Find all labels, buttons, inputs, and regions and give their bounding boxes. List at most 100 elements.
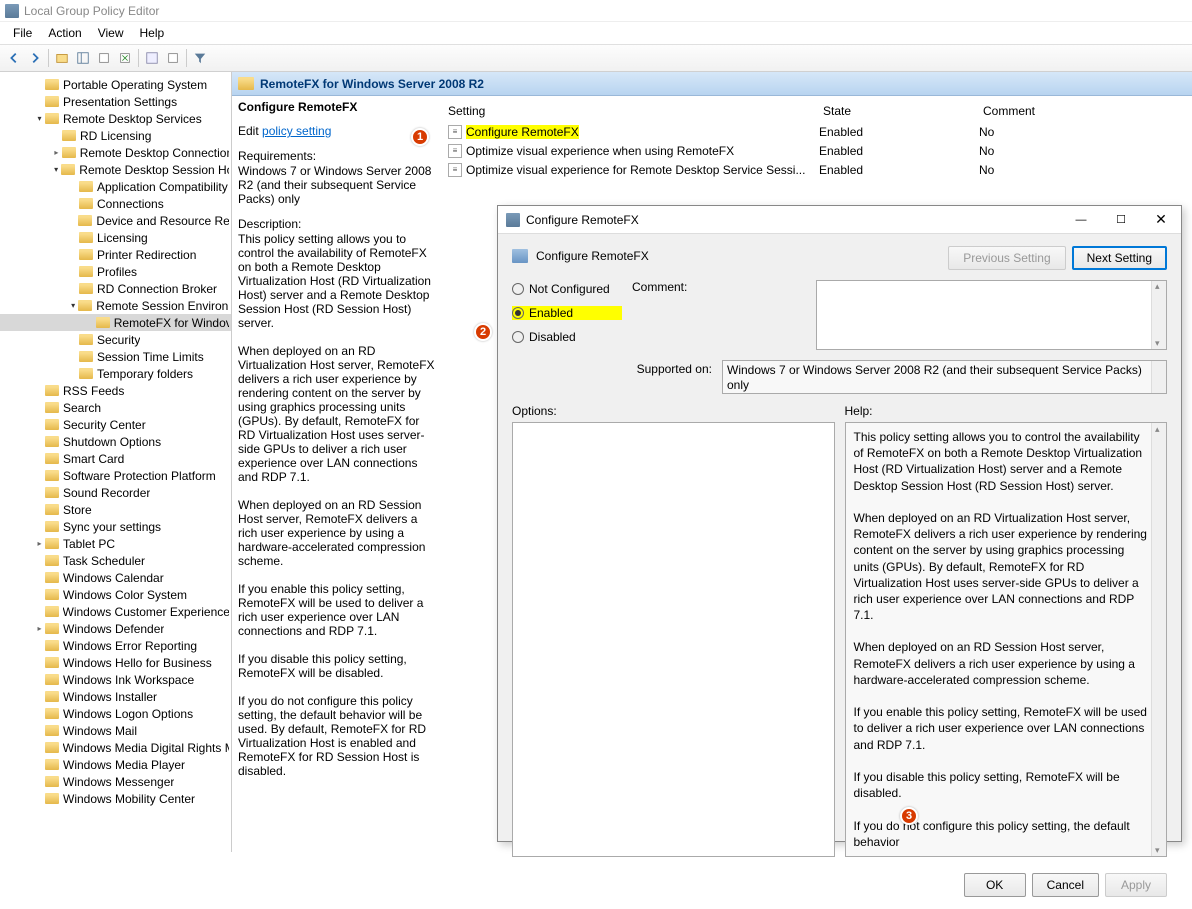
content-header: RemoteFX for Windows Server 2008 R2 <box>232 72 1192 96</box>
tree-item[interactable]: ▾Remote Session Environm <box>0 297 231 314</box>
next-setting-button[interactable]: Next Setting <box>1072 246 1167 270</box>
tree-item[interactable]: Windows Ink Workspace <box>0 671 231 688</box>
col-comment[interactable]: Comment <box>983 104 1103 118</box>
tree-item[interactable]: Windows Mail <box>0 722 231 739</box>
tree-item[interactable]: Device and Resource Red <box>0 212 231 229</box>
tree-item[interactable]: Windows Hello for Business <box>0 654 231 671</box>
folder-icon <box>45 470 59 481</box>
policy-item-icon: ≡ <box>448 125 462 139</box>
dialog-subtitle-text: Configure RemoteFX <box>536 249 649 263</box>
chevron-down-icon[interactable]: ▾ <box>34 114 45 123</box>
help-button[interactable] <box>142 48 162 68</box>
tree-item[interactable]: ▸Tablet PC <box>0 535 231 552</box>
close-button[interactable]: ✕ <box>1141 206 1181 234</box>
tree-item[interactable]: Windows Messenger <box>0 773 231 790</box>
setting-state: Enabled <box>819 144 979 158</box>
menu-help[interactable]: Help <box>132 24 173 42</box>
cancel-button[interactable]: Cancel <box>1032 873 1099 897</box>
tree-item[interactable]: ▸Remote Desktop Connection <box>0 144 231 161</box>
settings-row[interactable]: ≡Optimize visual experience for Remote D… <box>448 160 1192 179</box>
tree-item[interactable]: Connections <box>0 195 231 212</box>
settings-row[interactable]: ≡Configure RemoteFXEnabledNo <box>448 122 1192 141</box>
chevron-down-icon[interactable]: ▾ <box>68 301 78 310</box>
minimize-button[interactable]: — <box>1061 206 1101 234</box>
tree-item[interactable]: Store <box>0 501 231 518</box>
radio-not-configured[interactable]: Not Configured <box>512 282 622 296</box>
tree-item[interactable]: Windows Logon Options <box>0 705 231 722</box>
filter-button[interactable] <box>190 48 210 68</box>
tree-item[interactable]: Windows Media Player <box>0 756 231 773</box>
help-box[interactable]: This policy setting allows you to contro… <box>845 422 1168 857</box>
folder-icon <box>79 351 93 362</box>
tree-item[interactable]: Portable Operating System <box>0 76 231 93</box>
tree-item[interactable]: Sound Recorder <box>0 484 231 501</box>
tree-item[interactable]: Windows Calendar <box>0 569 231 586</box>
forward-button[interactable] <box>25 48 45 68</box>
tree-item[interactable]: Task Scheduler <box>0 552 231 569</box>
tree-item[interactable]: Windows Mobility Center <box>0 790 231 807</box>
tree-item[interactable]: Presentation Settings <box>0 93 231 110</box>
chevron-right-icon[interactable]: ▸ <box>34 624 45 633</box>
folder-icon <box>45 674 59 685</box>
tree-item[interactable]: Session Time Limits <box>0 348 231 365</box>
tree-item[interactable]: Software Protection Platform <box>0 467 231 484</box>
chevron-right-icon[interactable]: ▸ <box>51 148 62 157</box>
menu-file[interactable]: File <box>5 24 40 42</box>
tree-item[interactable]: ▾Remote Desktop Services <box>0 110 231 127</box>
tree-label: Remote Desktop Session Hos <box>79 163 229 177</box>
tree-item[interactable]: Shutdown Options <box>0 433 231 450</box>
show-hide-tree-button[interactable] <box>73 48 93 68</box>
tree-item[interactable]: Application Compatibility <box>0 178 231 195</box>
properties-button[interactable] <box>163 48 183 68</box>
apply-button[interactable]: Apply <box>1105 873 1167 897</box>
policy-icon <box>512 249 528 263</box>
tree-item[interactable]: RemoteFX for Windov <box>0 314 231 331</box>
tree-item[interactable]: ▾ Remote Desktop Session Hos <box>0 161 231 178</box>
options-label: Options: <box>512 404 835 418</box>
tree-item[interactable]: Security Center <box>0 416 231 433</box>
previous-setting-button[interactable]: Previous Setting <box>948 246 1065 270</box>
folder-icon <box>45 793 59 804</box>
maximize-button[interactable]: ☐ <box>1101 206 1141 234</box>
tree-item[interactable]: Windows Color System <box>0 586 231 603</box>
tree-item[interactable]: RD Connection Broker <box>0 280 231 297</box>
delete-button[interactable] <box>94 48 114 68</box>
tree-item[interactable]: Windows Media Digital Rights M <box>0 739 231 756</box>
menu-view[interactable]: View <box>90 24 132 42</box>
policy-setting-link[interactable]: policy setting <box>262 124 331 138</box>
scrollbar[interactable] <box>1151 361 1166 393</box>
col-state[interactable]: State <box>823 104 983 118</box>
tree-item[interactable]: Profiles <box>0 263 231 280</box>
back-button[interactable] <box>4 48 24 68</box>
radio-enabled[interactable]: Enabled <box>512 306 622 320</box>
chevron-down-icon[interactable]: ▾ <box>51 165 61 174</box>
radio-disabled[interactable]: Disabled <box>512 330 622 344</box>
chevron-right-icon[interactable]: ▸ <box>34 539 45 548</box>
col-setting[interactable]: Setting <box>448 104 823 118</box>
dialog-titlebar[interactable]: Configure RemoteFX — ☐ ✕ <box>498 206 1181 234</box>
tree-item[interactable]: Windows Error Reporting <box>0 637 231 654</box>
scrollbar[interactable] <box>1151 281 1166 349</box>
tree-item[interactable]: Search <box>0 399 231 416</box>
tree-item[interactable]: Security <box>0 331 231 348</box>
tree-item[interactable]: RD Licensing <box>0 127 231 144</box>
tree-item[interactable]: Temporary folders <box>0 365 231 382</box>
tree-pane[interactable]: Portable Operating SystemPresentation Se… <box>0 72 232 852</box>
tree-item[interactable]: Smart Card <box>0 450 231 467</box>
ok-button[interactable]: OK <box>964 873 1026 897</box>
tree-label: Task Scheduler <box>63 554 145 568</box>
tree-item[interactable]: Licensing <box>0 229 231 246</box>
tree-item[interactable]: ▸Windows Defender <box>0 620 231 637</box>
tree-item[interactable]: Sync your settings <box>0 518 231 535</box>
scrollbar[interactable] <box>1151 423 1166 856</box>
tree-item[interactable]: Windows Customer Experience I <box>0 603 231 620</box>
up-button[interactable] <box>52 48 72 68</box>
options-box[interactable] <box>512 422 835 857</box>
tree-item[interactable]: Windows Installer <box>0 688 231 705</box>
tree-item[interactable]: Printer Redirection <box>0 246 231 263</box>
settings-row[interactable]: ≡Optimize visual experience when using R… <box>448 141 1192 160</box>
comment-textarea[interactable] <box>816 280 1167 350</box>
menu-action[interactable]: Action <box>40 24 89 42</box>
export-button[interactable] <box>115 48 135 68</box>
tree-item[interactable]: RSS Feeds <box>0 382 231 399</box>
